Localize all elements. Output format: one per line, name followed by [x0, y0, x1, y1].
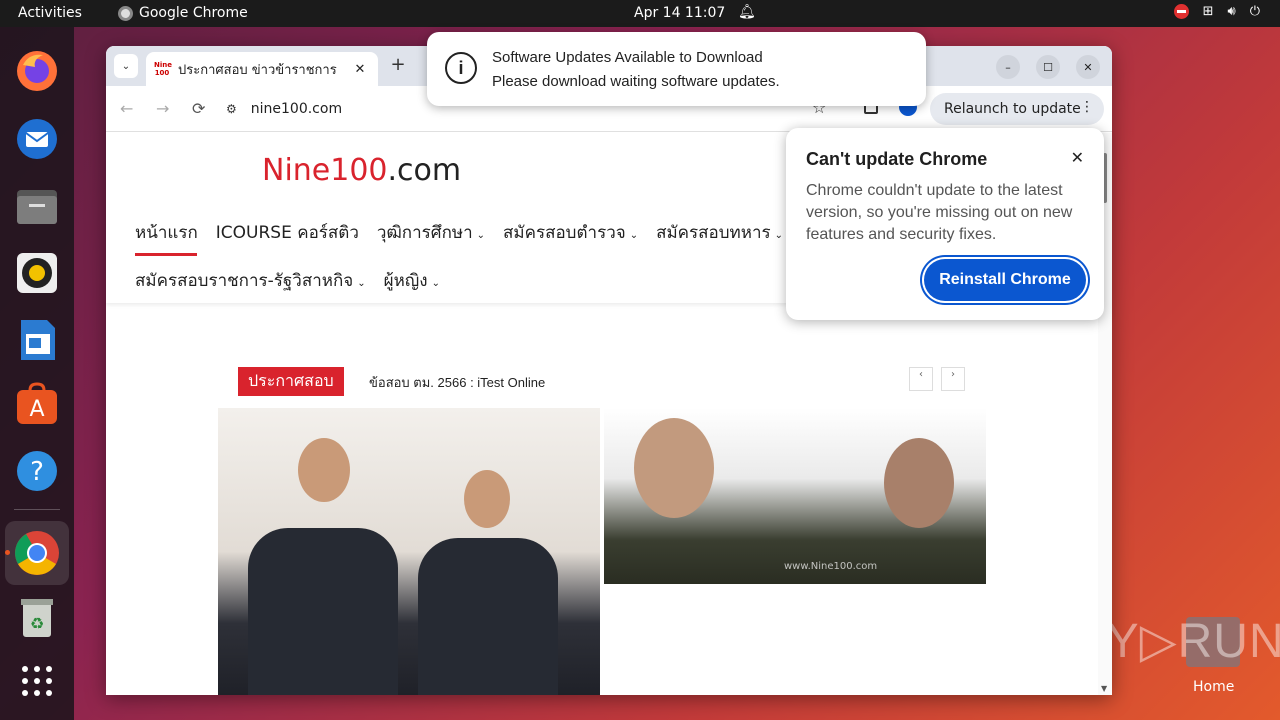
logo-red-text: Nine100 [262, 153, 388, 188]
notification-bell-icon: 🔔︎ [738, 4, 756, 20]
nav-item-label: วุฒิการศึกษา [376, 223, 473, 243]
app-grid-icon[interactable] [13, 657, 61, 705]
image-figure [298, 438, 350, 502]
update-error-bubble: Can't update Chrome ✕ Chrome couldn't up… [786, 128, 1104, 320]
new-tab-button[interactable]: + [386, 54, 410, 78]
nav-item[interactable]: สมัครสอบตำรวจ ⌄ [503, 219, 638, 252]
home-folder-label: Home [1193, 679, 1235, 695]
image-figure [248, 528, 398, 695]
main-nav-row-2: สมัครสอบราชการ-รัฐวิสาหกิจ ⌄ ผู้หญิง ⌄ [135, 267, 440, 300]
rhythmbox-icon[interactable] [13, 249, 61, 297]
nav-item-label: สมัครสอบทหาร [656, 223, 771, 243]
maximize-button[interactable]: ☐ [1036, 55, 1060, 79]
image-figure [418, 538, 558, 695]
reload-button[interactable]: ⟳ [192, 99, 205, 118]
tab-search-button[interactable]: ⌄ [114, 54, 138, 78]
site-logo[interactable]: Nine100.com [262, 153, 461, 188]
news-ticker-text[interactable]: ข้อสอบ ตม. 2566 : iTest Online [369, 372, 545, 393]
kebab-menu-icon[interactable]: ⋮ [1080, 99, 1094, 115]
tab-active[interactable]: Nine 100 ประกาศสอบ ข่าวข้าราชการ ✕ [146, 52, 378, 86]
notification-body: Please download waiting software updates… [492, 73, 780, 90]
dock-separator [14, 509, 60, 510]
bubble-body: Chrome couldn't update to the latest ver… [806, 182, 1073, 243]
featured-image-soldiers[interactable]: www.Nine100.com [604, 408, 986, 584]
dock: A ? ♻ [0, 27, 74, 720]
trash-icon[interactable]: ♻ [13, 593, 61, 641]
nav-item-label: สมัครสอบราชการ-รัฐวิสาหกิจ [135, 271, 354, 291]
nav-item[interactable]: วุฒิการศึกษา ⌄ [377, 219, 485, 252]
system-tray[interactable]: ⊞ 🔊︎ ⏻ [1173, 4, 1260, 19]
running-indicator [5, 550, 10, 555]
notification-title: Software Updates Available to Download [492, 49, 763, 66]
app-name-label: Google Chrome [139, 5, 248, 21]
svg-text:A: A [29, 397, 44, 422]
back-button[interactable]: ← [120, 99, 133, 118]
writer-icon[interactable] [13, 316, 61, 364]
app-menu[interactable]: Google Chrome [118, 5, 248, 21]
system-notification[interactable]: i Software Updates Available to Download… [427, 32, 926, 106]
chevron-down-icon: ⌄ [121, 60, 131, 72]
chevron-down-icon: ⌄ [431, 278, 440, 289]
volume-icon: 🔊︎ [1227, 4, 1236, 19]
nav-item-label: ICOURSE คอร์สติว [215, 223, 359, 243]
nav-item-label: หน้าแรก [135, 223, 198, 243]
do-not-disturb-icon [1173, 4, 1189, 19]
top-bar: Activities Google Chrome Apr 14 11:07 🔔︎… [0, 0, 1280, 27]
svg-text:♻: ♻ [30, 614, 44, 633]
files-icon[interactable] [13, 182, 61, 230]
site-settings-icon[interactable]: ⚙ [226, 102, 237, 116]
forward-button[interactable]: → [156, 99, 169, 118]
svg-text:?: ? [30, 457, 44, 487]
help-icon[interactable]: ? [13, 447, 61, 495]
chevron-down-icon: ⌄ [774, 230, 784, 241]
chrome-small-icon [118, 5, 133, 21]
nav-item-label: สมัครสอบตำรวจ [503, 223, 626, 243]
nav-item[interactable]: ผู้หญิง ⌄ [384, 267, 440, 300]
minimize-button[interactable]: – [996, 55, 1020, 79]
scroll-down-arrow-icon[interactable]: ▼ [1101, 684, 1107, 693]
tab-title: ประกาศสอบ ข่าวข้าราชการ [178, 62, 337, 78]
prev-news-button[interactable]: ‹ [909, 367, 933, 391]
image-figure [634, 418, 714, 518]
url-text: nine100.com [250, 101, 343, 117]
news-category-badge[interactable]: ประกาศสอบ [238, 367, 344, 396]
info-icon: i [445, 52, 477, 84]
main-nav-row-1: หน้าแรก ICOURSE คอร์สติว วุฒิการศึกษา ⌄ สมัค… [135, 219, 783, 256]
image-figure [464, 470, 510, 528]
chevron-down-icon: ⌄ [357, 278, 366, 289]
nav-item[interactable]: สมัครสอบราชการ-รัฐวิสาหกิจ ⌄ [135, 267, 366, 300]
nav-item[interactable]: สมัครสอบทหาร ⌄ [656, 219, 783, 252]
network-icon: ⊞ [1202, 4, 1214, 19]
thunderbird-icon[interactable] [13, 115, 61, 163]
next-news-button[interactable]: › [941, 367, 965, 391]
relaunch-to-update-button[interactable]: Relaunch to update ⋮ [930, 93, 1104, 125]
logo-dark-text: .com [387, 153, 462, 188]
site-favicon-icon: Nine 100 [154, 61, 172, 77]
featured-image-police[interactable] [218, 408, 600, 695]
reinstall-chrome-button[interactable]: Reinstall Chrome [924, 259, 1086, 301]
chrome-icon[interactable] [5, 521, 69, 585]
clock[interactable]: Apr 14 11:07 [634, 5, 725, 21]
app-center-icon[interactable]: A [13, 380, 61, 428]
nav-item[interactable]: หน้าแรก [135, 219, 198, 256]
activities-button[interactable]: Activities [18, 5, 82, 21]
image-watermark: www.Nine100.com [784, 561, 878, 572]
close-window-button[interactable]: ✕ [1076, 55, 1100, 79]
firefox-icon[interactable] [13, 47, 61, 95]
bubble-close-icon[interactable]: ✕ [1071, 148, 1084, 168]
bubble-title: Can't update Chrome [806, 149, 988, 169]
nav-item[interactable]: ICOURSE คอร์สติว [216, 219, 359, 252]
nav-item-label: ผู้หญิง [383, 271, 428, 291]
relaunch-label: Relaunch to update [944, 101, 1081, 117]
tab-close-icon[interactable]: ✕ [350, 62, 370, 77]
power-icon: ⏻ [1249, 4, 1260, 19]
chevron-down-icon: ⌄ [629, 230, 639, 241]
image-figure [884, 438, 954, 528]
chevron-down-icon: ⌄ [476, 230, 486, 241]
